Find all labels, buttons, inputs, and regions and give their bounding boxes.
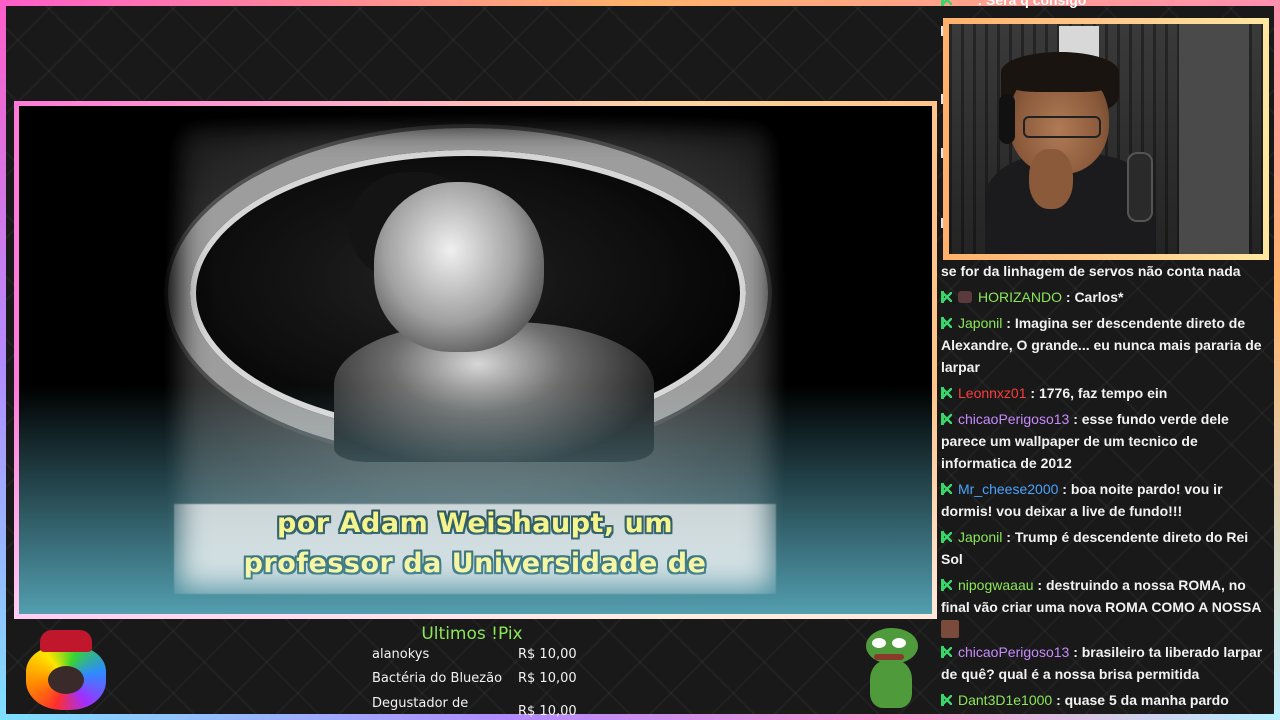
chat-message: Dant3D1e1000 : quase 5 da manha pardo — [941, 689, 1273, 711]
chat-username[interactable]: ... — [962, 0, 974, 8]
video-player[interactable]: por Adam Weishaupt, um professor da Univ… — [19, 106, 932, 614]
chat-message-partial: ... : Será q consigo — [941, 0, 1274, 14]
pix-donor-name: Bactéria do Bluezão — [372, 671, 503, 686]
pix-donor-name: Degustador de — [372, 696, 469, 711]
chat-username[interactable]: Japonil — [958, 529, 1002, 545]
video-subtitle: por Adam Weishaupt, um professor da Univ… — [19, 504, 931, 584]
chat-message: Mr_cheese2000 : boa noite pardo! vou ir … — [941, 478, 1273, 522]
chat-message: nipogwaaau : destruindo a nossa ROMA, no… — [941, 574, 1273, 640]
mascot-face — [48, 666, 84, 694]
subtitle-line-2: professor da Universidade de — [243, 548, 707, 579]
chat-username[interactable]: Leonnxz01 — [958, 385, 1027, 401]
chat-badge-icon — [941, 646, 952, 658]
chat-username[interactable]: Japonil — [958, 315, 1002, 331]
chat-message: chicaoPerigoso13 : esse fundo verde dele… — [941, 408, 1273, 474]
pix-donor-name: alanokys — [372, 647, 430, 662]
streamer-hair-top — [1001, 52, 1119, 92]
streamer-hand — [1029, 149, 1073, 209]
webcam-frame — [943, 18, 1269, 260]
frame-edge-left — [0, 0, 6, 720]
webcam-feed — [949, 24, 1263, 254]
glasses-icon — [1023, 116, 1101, 138]
chat-badge-icon — [941, 387, 952, 399]
chat-badge-icon — [941, 579, 952, 591]
chat-username[interactable]: chicaoPerigoso13 — [958, 411, 1069, 427]
chat-text: : 1776, faz tempo ein — [1030, 385, 1168, 401]
chat-badge-icon — [941, 483, 952, 495]
pix-donation-value: R$ 10,00 — [518, 647, 577, 662]
mascot-hat — [40, 630, 92, 652]
chat-badge-icon — [941, 694, 952, 706]
pepe-frog-icon — [862, 628, 922, 710]
chat-message: se for da linhagem de servos não conta n… — [941, 260, 1273, 282]
chat-message: chicaoPerigoso13 : brasileiro ta liberad… — [941, 641, 1273, 685]
subtitle-line-1: por Adam Weishaupt, um — [277, 508, 673, 539]
chat-message: Japonil : Trump é descendente direto do … — [941, 526, 1273, 570]
webcam-panel — [1179, 24, 1249, 254]
pepe-eye — [872, 638, 886, 648]
microphone-icon — [1127, 152, 1153, 222]
sub-badge-icon — [958, 291, 972, 303]
chat-text: : Carlos* — [1065, 289, 1124, 305]
pix-donation-value: R$ 10,00 — [518, 671, 577, 686]
rainbow-mascot-icon — [26, 630, 106, 710]
pepe-body — [870, 660, 912, 708]
pepe-eye — [892, 638, 906, 648]
chat-badge-icon — [941, 531, 952, 543]
chat-username[interactable]: Dant3D1e1000 — [958, 692, 1052, 708]
video-frame: por Adam Weishaupt, um professor da Univ… — [14, 101, 937, 619]
chat-message: Japonil : Imagina ser descendente direto… — [941, 312, 1273, 378]
pix-title: Ultimos !Pix — [421, 624, 523, 644]
chat-text: se for da linhagem de servos não conta n… — [941, 263, 1241, 279]
chat-message: HORIZANDO : Carlos* — [941, 286, 1273, 308]
headset-icon — [999, 94, 1015, 144]
chat-badge-icon — [941, 413, 952, 425]
chat-username[interactable]: chicaoPerigoso13 — [958, 644, 1069, 660]
frame-edge-bottom — [0, 714, 1280, 720]
chat-badge-icon — [941, 317, 952, 329]
chat-username[interactable]: HORIZANDO — [978, 289, 1062, 305]
emote-icon — [941, 620, 959, 638]
pix-donation-value: R$ 10,00 — [518, 704, 577, 719]
chat-message: Leonnxz01 : 1776, faz tempo ein — [941, 382, 1273, 404]
chat-text: : Será q consigo — [977, 0, 1087, 8]
frame-edge-right — [1274, 0, 1280, 720]
chat-username[interactable]: nipogwaaau — [958, 577, 1034, 593]
chat-badge-icon — [941, 291, 952, 303]
pepe-mouth — [874, 654, 904, 660]
chat-text: : quase 5 da manha pardo — [1056, 692, 1229, 708]
chat-username[interactable]: Mr_cheese2000 — [958, 481, 1058, 497]
